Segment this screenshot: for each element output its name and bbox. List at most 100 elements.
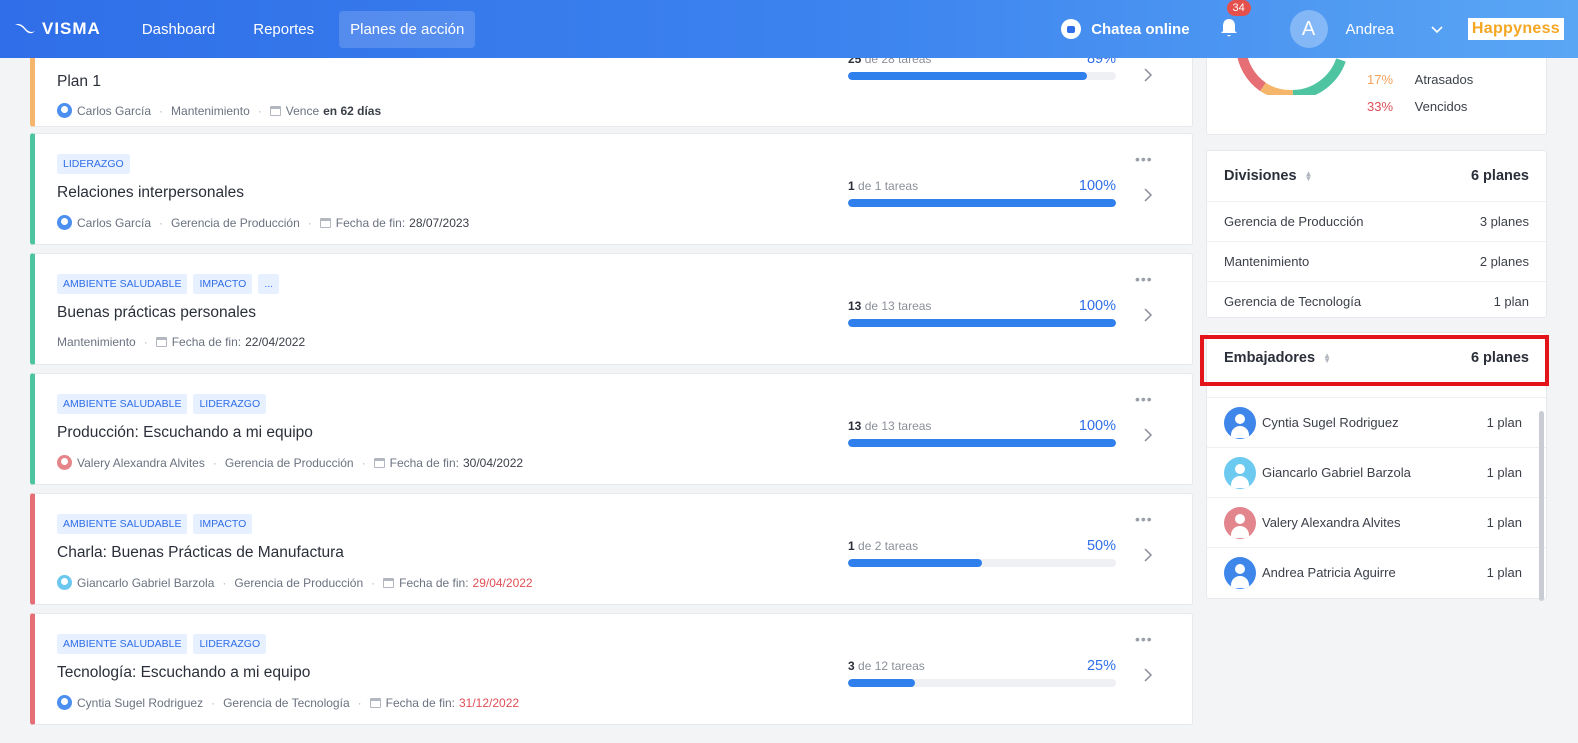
progress-bar (848, 559, 1116, 567)
plan-meta: Carlos García · Mantenimiento · Vence en 6… (57, 103, 381, 118)
division-count: 3 planes (1479, 214, 1529, 229)
tag[interactable]: AMBIENTE SALUDABLE (57, 634, 188, 654)
plan-percent: 100% (1078, 418, 1116, 434)
plan-date-value: 30/04/2022 (462, 455, 524, 470)
nav-dashboard[interactable]: Dashboard (123, 11, 234, 48)
plan-card[interactable]: LIDERAZGO Relaciones interpersonales Car… (30, 133, 1193, 245)
division-name: Mantenimiento (1224, 254, 1310, 269)
plan-title[interactable]: Plan 1 (57, 73, 101, 91)
plan-card[interactable]: AMBIENTE SALUDABLE LIDERAZGO Tecnología: … (30, 613, 1193, 725)
avatar (1224, 506, 1256, 539)
more-options-icon[interactable]: ••• (1135, 511, 1153, 527)
division-row[interactable]: Gerencia de Tecnología 1 plan (1207, 281, 1546, 321)
tag[interactable]: AMBIENTE SALUDABLE (57, 394, 188, 414)
plan-tags: LIDERAZGO (57, 154, 130, 174)
more-options-icon[interactable]: ••• (1135, 391, 1153, 407)
more-options-icon[interactable]: ••• (1135, 151, 1153, 167)
plan-progress: 13 de 13 tareas 100% (848, 418, 1116, 447)
chevron-right-icon[interactable] (1141, 308, 1155, 322)
plan-card[interactable]: AMBIENTE SALUDABLE IMPACTO Charla: Buenas… (30, 493, 1193, 605)
avatar (1224, 406, 1256, 439)
plan-progress: 3 de 12 tareas 25% (848, 658, 1116, 687)
user-name[interactable]: Andrea (1346, 21, 1394, 38)
legend-vencidos: 33% Vencidos (1367, 99, 1467, 114)
division-row[interactable]: Gerencia de Producción 3 planes (1207, 201, 1546, 241)
calendar-icon (383, 577, 395, 588)
legend-atrasados: 17% Atrasados (1367, 72, 1473, 87)
happyness-logo[interactable]: Happyness (1467, 18, 1564, 40)
sort-icon[interactable]: ▲ ▼ (1305, 170, 1313, 183)
tasks-done: 3 (848, 659, 855, 673)
plan-date-label: Fecha de fin: (171, 335, 242, 349)
tag[interactable]: LIDERAZGO (193, 634, 267, 654)
avatar (57, 215, 72, 230)
more-options-icon[interactable]: ••• (1135, 631, 1153, 647)
division-row[interactable]: Mantenimiento 2 planes (1207, 241, 1546, 281)
plan-date-value: 29/04/2022 (472, 575, 533, 590)
plan-division: Gerencia de Producción (171, 215, 300, 230)
plan-card[interactable]: AMBIENTE SALUDABLE IMPACTO... Buenas prác… (30, 253, 1193, 365)
chat-label: Chatea online (1091, 20, 1190, 38)
plan-meta: Valery Alexandra Alvites · Gerencia de Pr… (57, 455, 523, 470)
ambassador-count: 1 plan (1486, 565, 1522, 580)
divisions-title: Divisiones (1224, 168, 1297, 184)
visma-logo[interactable]: VISMA (14, 19, 101, 39)
plan-division: Gerencia de Producción (224, 455, 354, 470)
nav-reportes[interactable]: Reportes (234, 11, 333, 48)
progress-fill (848, 679, 915, 687)
plan-percent: 100% (1078, 178, 1116, 194)
plan-percent: 25% (1086, 658, 1116, 674)
plan-date-label: Fecha de fin: (399, 575, 469, 590)
bell-icon (1220, 19, 1237, 37)
chevron-right-icon[interactable] (1141, 668, 1155, 682)
ambassadors-scrollbar[interactable] (1539, 411, 1544, 601)
plan-title[interactable]: Buenas prácticas personales (57, 304, 256, 322)
chat-online-button[interactable]: Chatea online (1061, 19, 1190, 39)
chevron-right-icon[interactable] (1141, 188, 1155, 202)
ambassador-count: 1 plan (1486, 515, 1522, 530)
notifications-button[interactable]: 34 (1220, 0, 1251, 40)
ambassador-count: 1 plan (1486, 415, 1522, 430)
tag[interactable]: AMBIENTE SALUDABLE (57, 514, 188, 534)
nav-planes-de-accion[interactable]: Planes de acción (339, 10, 476, 48)
tag[interactable]: ... (258, 274, 280, 294)
ambassadors-header-highlight (1200, 335, 1549, 386)
tag[interactable]: LIDERAZGO (193, 394, 267, 414)
plan-date-value: 22/04/2022 (245, 335, 306, 349)
chat-icon (1061, 19, 1082, 39)
ambassador-row[interactable]: Giancarlo Gabriel Barzola 1 plan (1207, 447, 1546, 497)
divisions-header[interactable]: Divisiones ▲ ▼ 6 planes (1207, 151, 1546, 201)
progress-fill (848, 199, 1116, 207)
plan-card[interactable]: AMBIENTE SALUDABLE LIDERAZGO Producción: … (30, 373, 1193, 485)
tasks-done: 13 (848, 299, 862, 313)
user-avatar[interactable]: A (1289, 10, 1328, 48)
avatar (57, 695, 72, 710)
chevron-right-icon[interactable] (1141, 548, 1155, 562)
progress-fill (848, 439, 1116, 447)
plan-date-label: Fecha de fin: (389, 455, 459, 470)
more-options-icon[interactable]: ••• (1135, 271, 1153, 287)
plan-title[interactable]: Charla: Buenas Prácticas de Manufactura (57, 544, 344, 562)
tag[interactable]: IMPACTO (193, 514, 253, 534)
tag[interactable]: LIDERAZGO (57, 154, 130, 174)
plan-division: Mantenimiento (57, 335, 136, 349)
chevron-right-icon[interactable] (1141, 428, 1155, 442)
ambassador-row[interactable]: Cyntia Sugel Rodriguez 1 plan (1207, 397, 1546, 447)
plan-title[interactable]: Tecnología: Escuchando a mi equipo (57, 664, 310, 682)
ambassador-name: Giancarlo Gabriel Barzola (1262, 465, 1411, 480)
ambassador-name: Valery Alexandra Alvites (1262, 515, 1401, 530)
chevron-right-icon[interactable] (1141, 68, 1155, 82)
progress-bar (848, 679, 1116, 687)
tag[interactable]: AMBIENTE SALUDABLE (57, 274, 188, 294)
tasks-total: de 12 tareas (858, 659, 925, 673)
plan-percent: 50% (1086, 538, 1116, 554)
plan-title[interactable]: Relaciones interpersonales (57, 184, 244, 202)
divisions-total: 6 planes (1470, 168, 1529, 184)
ambassador-row[interactable]: Valery Alexandra Alvites 1 plan (1207, 497, 1546, 547)
plan-date-value: 31/12/2022 (459, 695, 520, 710)
legend-vencidos-pct: 33% (1367, 99, 1394, 114)
plan-title[interactable]: Producción: Escuchando a mi equipo (57, 424, 313, 442)
chevron-down-icon[interactable] (1430, 22, 1444, 36)
ambassador-row[interactable]: Andrea Patricia Aguirre 1 plan (1207, 547, 1546, 597)
tag[interactable]: IMPACTO (193, 274, 253, 294)
